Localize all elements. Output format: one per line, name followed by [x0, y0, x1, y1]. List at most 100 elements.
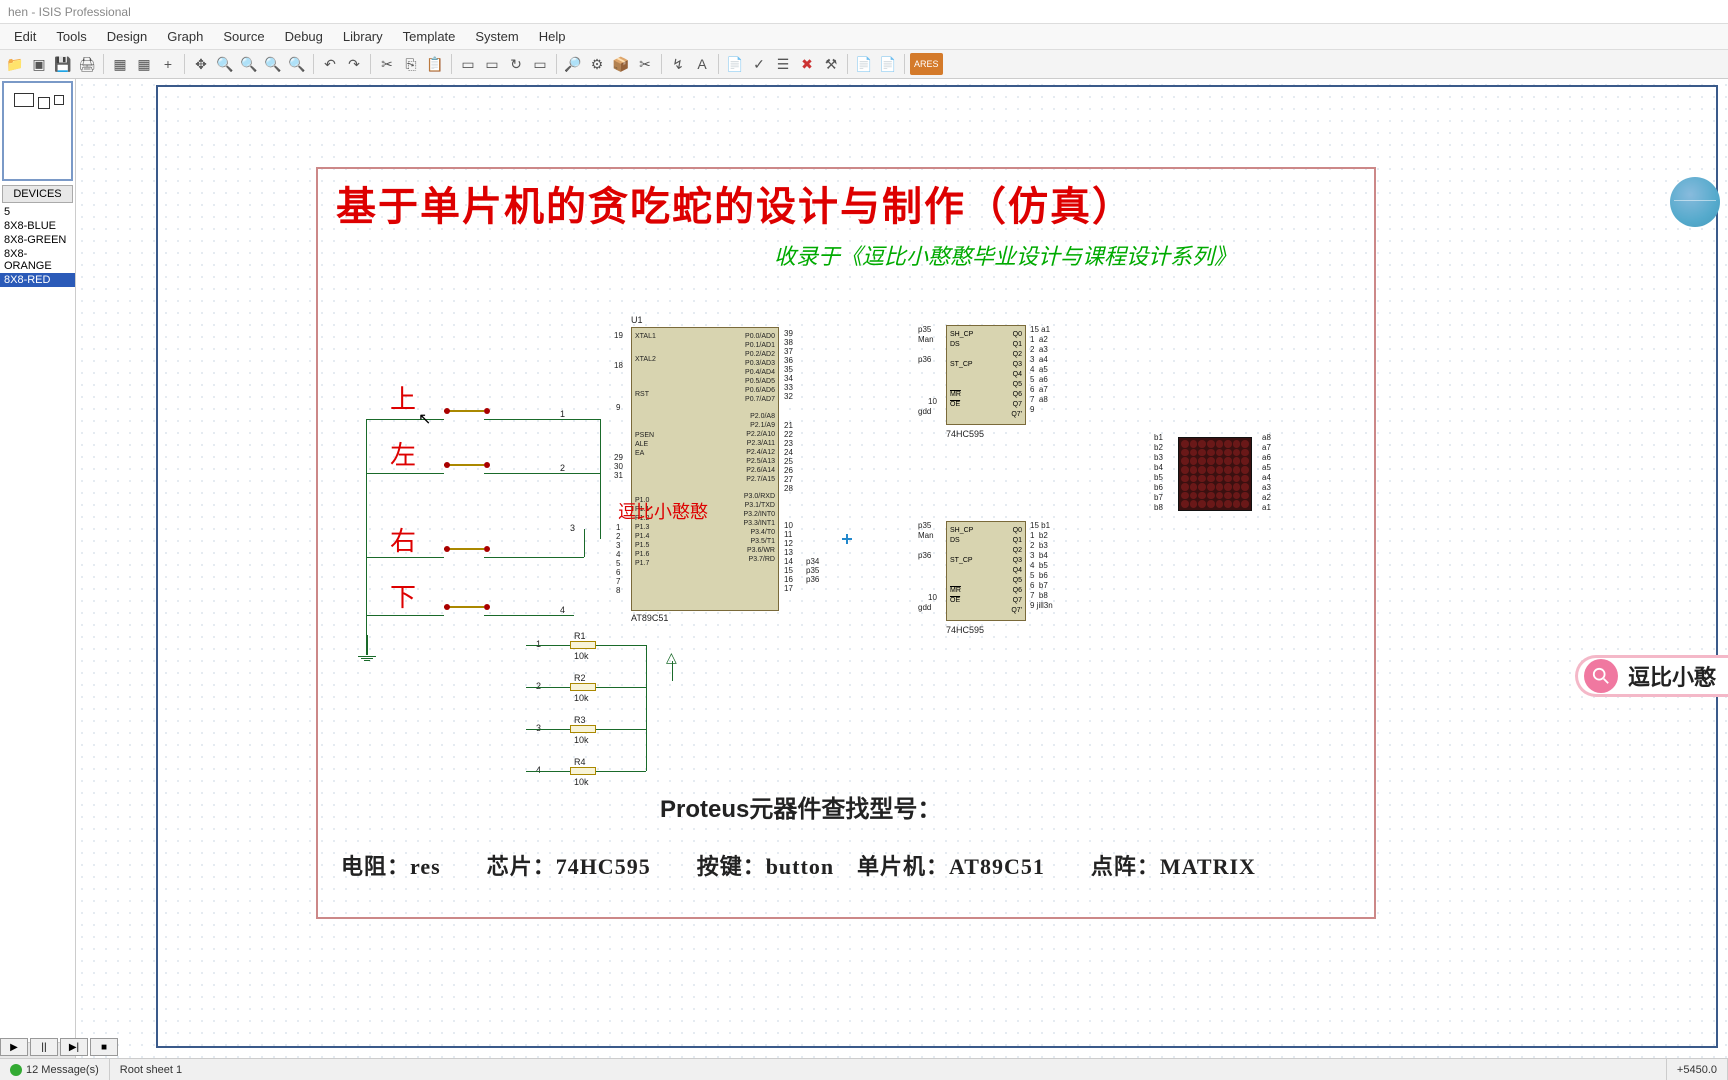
devices-header: DEVICES: [2, 185, 73, 203]
step-button[interactable]: ▶|: [60, 1038, 88, 1056]
device-item[interactable]: 8X8-ORANGE: [0, 247, 75, 273]
zoom-area-icon[interactable]: 🔍: [286, 53, 308, 75]
menu-tools[interactable]: Tools: [46, 25, 96, 48]
resistor-r1[interactable]: [570, 641, 596, 649]
separator: [103, 54, 104, 74]
ground-symbol: [358, 635, 376, 661]
zoom-in-icon[interactable]: 🔍: [214, 53, 236, 75]
bom-icon[interactable]: ☰: [772, 53, 794, 75]
block-rotate-icon[interactable]: ↻: [505, 53, 527, 75]
status-ok-icon: [10, 1064, 22, 1076]
zoom-out-icon[interactable]: 🔍: [238, 53, 260, 75]
origin-icon[interactable]: +: [157, 53, 179, 75]
wire: [484, 557, 584, 558]
wire: [526, 729, 570, 730]
wire: [600, 419, 601, 539]
menu-library[interactable]: Library: [333, 25, 393, 48]
make-icon[interactable]: ⚙: [586, 53, 608, 75]
grid2-icon[interactable]: ▦: [133, 53, 155, 75]
redo-icon[interactable]: ↷: [343, 53, 365, 75]
netlist-icon[interactable]: 📄: [724, 53, 746, 75]
wire: [596, 645, 646, 646]
wire: [484, 473, 600, 474]
save-icon[interactable]: 💾: [52, 53, 74, 75]
overview-panel[interactable]: [2, 81, 73, 181]
grid-icon[interactable]: ▦: [109, 53, 131, 75]
device-item[interactable]: 8X8-BLUE: [0, 219, 75, 233]
device-item[interactable]: 8X8-GREEN: [0, 233, 75, 247]
stop-button[interactable]: ■: [90, 1038, 118, 1056]
search-icon[interactable]: [1584, 659, 1618, 693]
package-icon[interactable]: 📦: [610, 53, 632, 75]
button-down[interactable]: [444, 603, 484, 611]
menu-debug[interactable]: Debug: [275, 25, 333, 48]
menu-help[interactable]: Help: [529, 25, 576, 48]
pause-button[interactable]: ||: [30, 1038, 58, 1056]
separator: [184, 54, 185, 74]
menu-graph[interactable]: Graph: [157, 25, 213, 48]
paste-icon[interactable]: 📋: [424, 53, 446, 75]
menu-design[interactable]: Design: [97, 25, 157, 48]
erc-icon[interactable]: ✓: [748, 53, 770, 75]
zoom-fit-icon[interactable]: 🔍: [262, 53, 284, 75]
doc2-icon[interactable]: 📄: [877, 53, 899, 75]
decompose-icon[interactable]: ✂: [634, 53, 656, 75]
device-item[interactable]: 5: [0, 205, 75, 219]
ares-icon[interactable]: ✖: [796, 53, 818, 75]
resistor-r3[interactable]: [570, 725, 596, 733]
chip-74hc595-a[interactable]: SH_CPDSST_CPMROE Q0Q1Q2Q3Q4Q5Q6Q7Q7': [946, 325, 1026, 425]
button-right[interactable]: [444, 545, 484, 553]
chip-at89c51[interactable]: XTAL1 XTAL2 RST PSENALEEA P1.0P1.1P1.2P1…: [631, 327, 779, 611]
menu-template[interactable]: Template: [393, 25, 466, 48]
block-delete-icon[interactable]: ▭: [529, 53, 551, 75]
undo-icon[interactable]: ↶: [319, 53, 341, 75]
res-num: 2: [536, 681, 541, 691]
resistor-r2[interactable]: [570, 683, 596, 691]
separator: [904, 54, 905, 74]
pan-icon[interactable]: ✥: [190, 53, 212, 75]
block-move-icon[interactable]: ▭: [481, 53, 503, 75]
resistor-r4[interactable]: [570, 767, 596, 775]
status-messages[interactable]: 12 Message(s): [0, 1059, 110, 1080]
title-bar: hen - ISIS Professional: [0, 0, 1728, 24]
play-button[interactable]: ▶: [0, 1038, 28, 1056]
wire: [526, 771, 570, 772]
button-left[interactable]: [444, 461, 484, 469]
res-val: 10k: [574, 693, 589, 703]
wire: [596, 687, 646, 688]
menu-bar: Edit Tools Design Graph Source Debug Lib…: [0, 24, 1728, 49]
cut-icon[interactable]: ✂: [376, 53, 398, 75]
menu-source[interactable]: Source: [213, 25, 274, 48]
device-list[interactable]: 5 8X8-BLUE 8X8-GREEN 8X8-ORANGE 8X8-RED: [0, 205, 75, 1042]
print-icon[interactable]: 🖨: [76, 53, 98, 75]
ares-badge[interactable]: ARES: [910, 53, 943, 75]
res-ref: R2: [574, 673, 586, 683]
zone-icon[interactable]: ▣: [28, 53, 50, 75]
globe-button[interactable]: [1670, 177, 1720, 227]
label-up: 上: [390, 379, 416, 416]
tool-x-icon[interactable]: ⚒: [820, 53, 842, 75]
menu-system[interactable]: System: [465, 25, 528, 48]
button-up[interactable]: [444, 407, 484, 415]
chip-ref: U1: [631, 315, 643, 325]
wire: [484, 419, 600, 420]
chip-595b-label: 74HC595: [946, 625, 984, 635]
device-item-selected[interactable]: 8X8-RED: [0, 273, 75, 287]
led-matrix-8x8[interactable]: document.write(Array(64).fill('<div clas…: [1178, 437, 1252, 511]
doc1-icon[interactable]: 📄: [853, 53, 875, 75]
block-copy-icon[interactable]: ▭: [457, 53, 479, 75]
pick-icon[interactable]: 🔎: [562, 53, 584, 75]
copy-icon[interactable]: ⎘: [400, 53, 422, 75]
wire-icon[interactable]: ↯: [667, 53, 689, 75]
component-search-heading: Proteus元器件查找型号：: [660, 789, 941, 824]
wire: [672, 661, 673, 681]
wire: [596, 771, 646, 772]
search-overlay[interactable]: 逗比小憨: [1575, 655, 1728, 697]
canvas[interactable]: 基于单片机的贪吃蛇的设计与制作（仿真） 收录于《逗比小憨憨毕业设计与课程设计系列…: [76, 79, 1728, 1058]
chip-595a-label: 74HC595: [946, 429, 984, 439]
chip-74hc595-b[interactable]: SH_CPDSST_CPMROE Q0Q1Q2Q3Q4Q5Q6Q7Q7': [946, 521, 1026, 621]
text-icon[interactable]: A: [691, 53, 713, 75]
open-icon[interactable]: 📁: [4, 53, 26, 75]
separator: [847, 54, 848, 74]
menu-edit[interactable]: Edit: [4, 25, 46, 48]
